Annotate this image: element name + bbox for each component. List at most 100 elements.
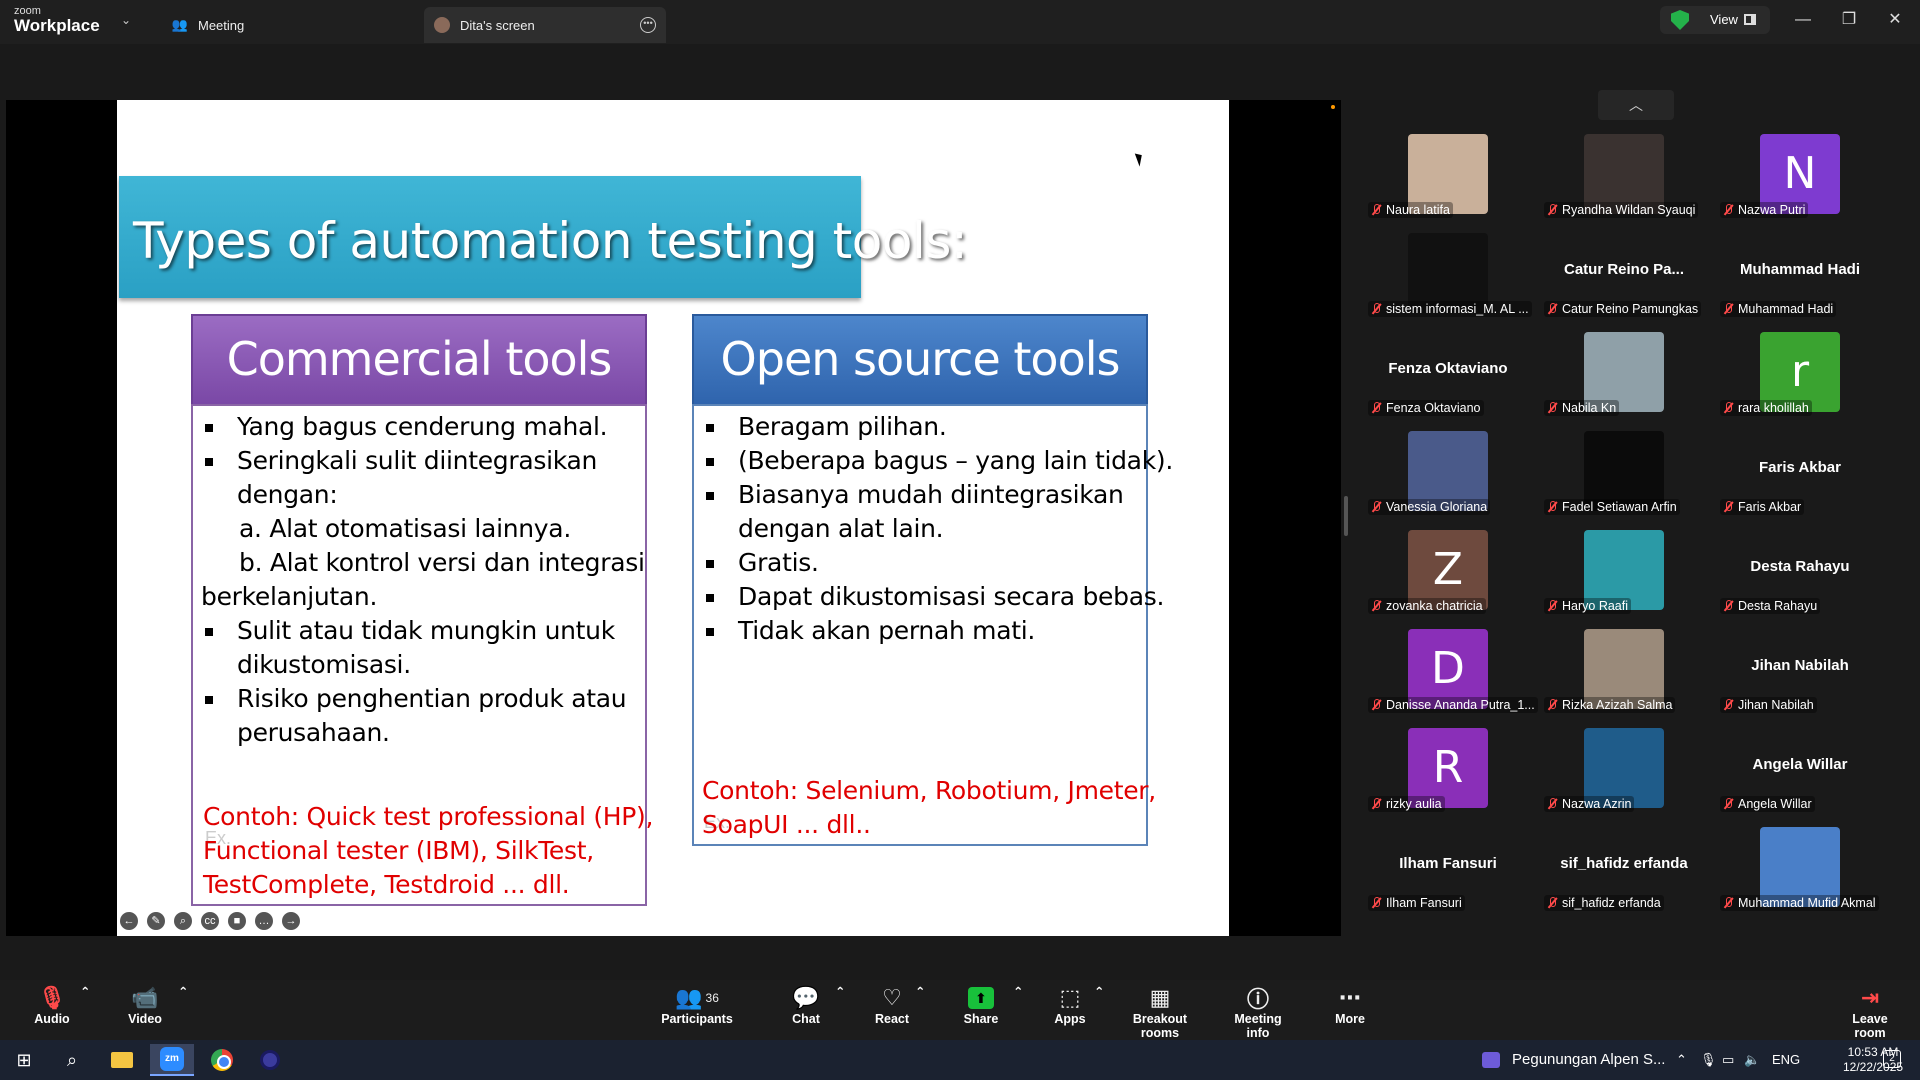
breakout-rooms-button[interactable]: ▦ Breakout rooms [1116,984,1204,1040]
participant-name: sistem informasi_M. AL ... [1386,302,1529,316]
volume-icon[interactable]: 🔈 [1744,1052,1760,1068]
participant-tile[interactable]: r rara kholillah [1712,330,1888,429]
pen-icon[interactable]: ✎ [147,912,165,930]
minimize-icon[interactable]: — [1791,8,1815,32]
audio-button[interactable]: 🎙 Audio [32,984,72,1036]
panel-resize-handle[interactable] [1344,496,1348,536]
more-icon[interactable]: … [255,912,273,930]
participant-tile[interactable]: Faris Akbar Faris Akbar [1712,429,1888,528]
chevron-down-icon[interactable]: ⌄ [121,13,131,27]
chat-button[interactable]: 💬 Chat [788,984,824,1036]
participant-name: Catur Reino Pamungkas [1562,302,1699,316]
participant-tile[interactable]: Rrizky aulia [1360,726,1536,825]
react-button[interactable]: ♡ React [872,984,912,1036]
participant-name: sif_hafidz erfanda [1562,896,1661,910]
apps-options-caret[interactable]: ⌃ [1094,984,1104,1036]
participant-name: Fenza Oktaviano [1386,401,1481,415]
presentation-slide: Types of automation testing tools: Comme… [117,100,1229,936]
tray-chevron-icon[interactable]: ⌃ [1676,1052,1687,1068]
participant-name-label: Catur Reino Pamungkas [1544,301,1702,317]
microphone-tray-icon[interactable]: 🎙 [1700,1052,1717,1068]
participant-tile[interactable]: sif_hafidz erfanda sif_hafidz erfanda [1536,825,1712,924]
open-source-example-text: Contoh: Selenium, Robotium, Jmeter, Soap… [702,774,1156,842]
participant-tile[interactable]: Catur Reino Pa... Catur Reino Pamungkas [1536,231,1712,330]
mic-muted-icon [1547,501,1557,513]
tab-screen-label: Dita's screen [460,17,535,33]
zoom-workplace-logo[interactable]: zoom Workplace [14,6,100,35]
chat-options-caret[interactable]: ⌃ [835,984,845,1036]
mic-muted-icon [1547,897,1557,909]
chrome-icon[interactable] [200,1044,244,1076]
captions-icon[interactable]: cc [201,912,219,930]
file-explorer-icon[interactable] [100,1044,144,1076]
participant-tile[interactable]: Fenza Oktaviano Fenza Oktaviano [1360,330,1536,429]
video-label: Video [128,1012,162,1026]
mic-muted-icon [1723,402,1733,414]
participant-name: Muhammad Mufid Akmal [1738,896,1876,910]
zoom-icon[interactable]: ⌕ [174,912,192,930]
participant-tile[interactable]: D Danisse Ananda Putra_1... [1360,627,1538,726]
participant-name-label: Desta Rahayu [1720,598,1821,614]
open-source-tools-list: Beragam pilihan. (Beberapa bagus – yang l… [702,410,1173,648]
camera-icon[interactable]: ■ [228,912,246,930]
next-slide-icon[interactable]: → [282,912,300,930]
participant-tile[interactable]: Vanessia Gloriana [1360,429,1536,528]
participant-tile[interactable]: sistem informasi_M. AL ... [1360,231,1536,330]
share-options-caret[interactable]: ⌃ [1013,984,1023,1036]
participant-tile[interactable]: Naura latifa [1360,132,1536,231]
title-bar: zoom Workplace ⌄ 👥 Meeting Dita's screen… [0,0,1920,44]
participant-tile[interactable]: Ryandha Wildan Syauqi [1536,132,1712,231]
participant-tile[interactable]: Desta Rahayu Desta Rahayu [1712,528,1888,627]
video-button[interactable]: 📹 Video [122,984,168,1036]
close-icon[interactable]: ✕ [1883,8,1907,32]
more-button[interactable]: ⋯ More [1334,984,1366,1036]
participant-tile[interactable]: N Nazwa Putri [1712,132,1888,231]
list-item: Gratis. [702,546,1173,580]
participant-name-label: sistem informasi_M. AL ... [1368,301,1532,317]
participant-name: Ilham Fansuri [1386,896,1462,910]
participant-name-label: Muhammad Hadi [1720,301,1837,317]
participant-tile[interactable]: Fadel Setiawan Arfin [1536,429,1712,528]
tab-shared-screen[interactable]: Dita's screen ••• [424,7,666,43]
list-item: b. Alat kontrol versi dan integrasi [239,548,645,577]
list-item: a. Alat otomatisasi lainnya. [239,514,571,543]
notifications-icon[interactable]: 2 [1883,1050,1901,1068]
search-icon[interactable]: ⌕ [50,1044,94,1076]
video-options-caret[interactable]: ⌃ [178,984,188,1036]
camera-app-icon[interactable] [248,1044,292,1076]
zoom-app-icon[interactable]: zm [150,1044,194,1076]
example-line: Contoh: Quick test professional (HP), [203,802,654,831]
previous-slide-icon[interactable]: ← [120,912,138,930]
apps-button[interactable]: ⬚ Apps [1054,984,1086,1036]
mic-muted-icon [1371,303,1381,315]
participant-tile[interactable]: Nabila Kn [1536,330,1712,429]
view-button[interactable]: View [1710,12,1738,27]
react-options-caret[interactable]: ⌃ [915,984,925,1036]
restore-icon[interactable]: ❐ [1837,8,1861,32]
participants-button[interactable]: 👥 36 Participants [660,984,734,1036]
participant-tile[interactable]: Jihan Nabilah Jihan Nabilah [1712,627,1888,726]
participant-tile[interactable]: Ilham Fansuri Ilham Fansuri [1360,825,1536,924]
meeting-info-button[interactable]: ⓘ Meeting info [1222,984,1294,1040]
participant-tile[interactable]: Haryo Raafi [1536,528,1712,627]
leave-room-button[interactable]: ⇥ Leave room [1838,984,1902,1040]
view-layout-icon[interactable] [1744,14,1756,25]
participant-tile[interactable]: Angela Willar Angela Willar [1712,726,1888,825]
weather-widget[interactable]: Pegunungan Alpen S... [1482,1051,1665,1068]
participant-tile[interactable]: Zzovanka chatricia [1360,528,1536,627]
share-button[interactable]: ⬆ Share [960,984,1002,1036]
participant-tile[interactable]: Nazwa Azrin [1536,726,1712,825]
weather-icon [1482,1051,1500,1068]
list-item: Tidak akan pernah mati. [702,614,1173,648]
apps-label: Apps [1054,1012,1086,1026]
language-indicator[interactable]: ENG [1772,1052,1800,1067]
more-options-icon[interactable]: ••• [640,17,656,33]
participant-tile[interactable]: Muhammad Mufid Akmal [1712,825,1888,924]
participant-tile[interactable]: Muhammad Hadi Muhammad Hadi [1712,231,1888,330]
tab-meeting[interactable]: 👥 Meeting [160,7,410,43]
participant-tile[interactable]: Rizka Azizah Salma [1536,627,1712,726]
audio-options-caret[interactable]: ⌃ [80,984,90,1036]
windows-start-icon[interactable]: ⊞ [2,1044,46,1076]
breakout-rooms-label: Breakout rooms [1132,1012,1188,1040]
network-icon[interactable]: ▭ [1722,1052,1734,1068]
